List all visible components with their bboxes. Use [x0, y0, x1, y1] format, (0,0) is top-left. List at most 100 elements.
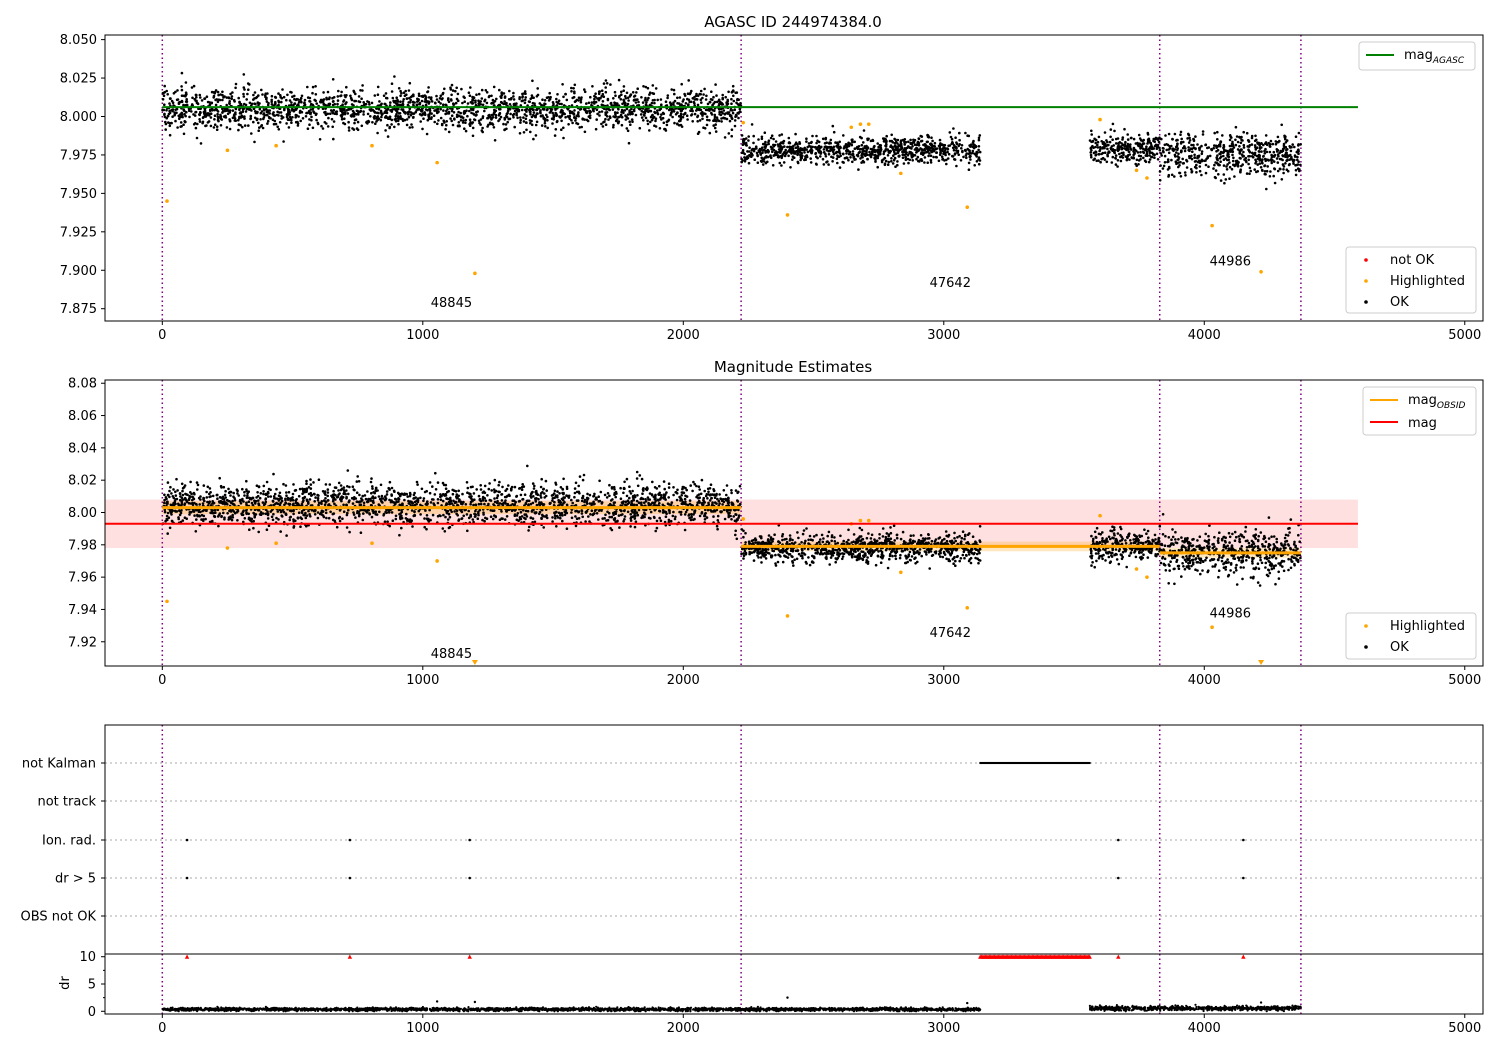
p1-ok-point — [447, 97, 450, 100]
p1-ok-point — [509, 103, 512, 106]
p1-ok-point — [436, 123, 439, 126]
p1-ok-point — [1126, 147, 1129, 150]
p1-ok-point — [979, 134, 982, 137]
p1-ok-point — [1222, 147, 1225, 150]
p1-ok-point — [873, 149, 876, 152]
p1-ok-point — [832, 156, 835, 159]
p1-ok-point — [471, 98, 474, 101]
p1-ok-point — [261, 124, 264, 127]
p1-ok-point — [412, 95, 415, 98]
p1-ok-point — [325, 122, 328, 125]
p1-ok-point — [466, 115, 469, 118]
p1-ok-point — [1098, 150, 1101, 153]
p1-ok-point — [612, 126, 615, 129]
p1-ok-point — [891, 140, 894, 143]
p1-ok-point — [331, 126, 334, 129]
p2-ok-point — [445, 487, 448, 490]
p1-ok-point — [469, 94, 472, 97]
p1-ok-point — [201, 122, 204, 125]
p1-ok-point — [972, 146, 975, 149]
p1-ok-point — [421, 100, 424, 103]
p2-ok-point — [555, 483, 558, 486]
p1-ok-point — [588, 115, 591, 118]
p1-ok-point — [199, 120, 202, 123]
p1-ok-point — [771, 147, 774, 150]
p1-ok-point — [1171, 138, 1174, 141]
p1-ok-point — [1241, 163, 1244, 166]
p1-ok-point — [671, 116, 674, 119]
p2-ok-point — [488, 482, 491, 485]
p1-ok-point — [955, 165, 958, 168]
p1-ok-point — [444, 113, 447, 116]
p1-ok-point — [533, 102, 536, 105]
p1-ok-point — [896, 160, 899, 163]
p2-ok-point — [467, 510, 470, 513]
p1-ok-point — [262, 127, 265, 130]
p1-ok-point — [942, 147, 945, 150]
p1-ok-point — [331, 111, 334, 114]
p1-ok-point — [614, 94, 617, 97]
p1-ok-point — [253, 97, 256, 100]
p1-ok-point — [789, 142, 792, 145]
p1-ok-point — [601, 89, 604, 92]
p1-ok-point — [654, 120, 657, 123]
p2-ok-point — [325, 483, 328, 486]
p1-ok-point — [1220, 141, 1223, 144]
p1-ok-point — [1293, 146, 1296, 149]
p2-ok-point — [672, 494, 675, 497]
p1-ok-point — [222, 96, 225, 99]
p1-ok-point — [1296, 151, 1299, 154]
p1-ok-point — [1261, 159, 1264, 162]
p1-ok-point — [890, 134, 893, 137]
p2-ok-point — [362, 512, 365, 515]
p1-ok-point — [1143, 142, 1146, 145]
p1-ok-point — [822, 158, 825, 161]
p1-ok-point — [782, 153, 785, 156]
p1-ok-point — [1251, 155, 1254, 158]
p2-ok-point — [372, 500, 375, 503]
p1-ok-point — [1180, 141, 1183, 144]
p1-ok-point — [882, 153, 885, 156]
p2-ok-point — [348, 499, 351, 502]
p1-ok-point — [426, 91, 429, 94]
p1-ok-point — [310, 103, 313, 106]
p1-ok-point — [486, 102, 489, 105]
p1-ok-point — [952, 127, 955, 130]
p2-ok-point — [442, 514, 445, 517]
p1-ok-point — [242, 93, 245, 96]
p1-ok-point — [523, 120, 526, 123]
p2-ok-point — [260, 511, 263, 514]
p1-ok-point — [559, 116, 562, 119]
p1-ok-point — [615, 115, 618, 118]
p2-ok-point — [168, 490, 171, 493]
p1-ok-point — [721, 94, 724, 97]
p1-ok-point — [450, 98, 453, 101]
p1-ok-point — [1297, 163, 1300, 166]
p1-ok-point — [210, 116, 213, 119]
p1-ok-point — [1198, 160, 1201, 163]
p1-ok-point — [225, 104, 228, 107]
p1-ok-point — [353, 122, 356, 125]
p1-ok-point — [458, 125, 461, 128]
p1-ok-point — [745, 144, 748, 147]
p1-ok-point — [803, 151, 806, 154]
p1-ok-point — [546, 109, 549, 112]
p1-ok-point — [743, 153, 746, 156]
p1-ok-point — [979, 151, 982, 154]
p1-ok-point — [385, 92, 388, 95]
p1-ok-point — [1162, 167, 1165, 170]
p1-ok-point — [290, 121, 293, 124]
p1-ok-point — [946, 151, 949, 154]
p1-ok-point — [1165, 143, 1168, 146]
p1-ok-point — [1111, 145, 1114, 148]
p1-ok-point — [204, 109, 207, 112]
p1-ok-point — [1257, 170, 1260, 173]
p1-ok-point — [266, 122, 269, 125]
p1-ok-point — [247, 88, 250, 91]
p2-ok-point — [218, 477, 221, 480]
p1-ok-point — [362, 110, 365, 113]
p1-ok-point — [663, 113, 666, 116]
p1-ok-point — [793, 156, 796, 159]
p1-ok-point — [279, 121, 282, 124]
p1-ok-point — [880, 146, 883, 149]
